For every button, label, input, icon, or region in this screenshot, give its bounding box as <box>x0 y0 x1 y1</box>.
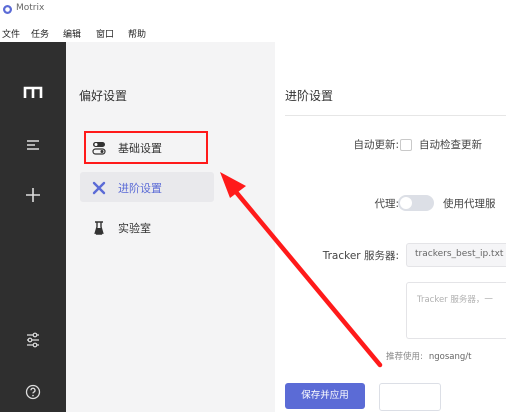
auto-update-checkbox-label[interactable]: 自动检查更新 <box>419 137 482 152</box>
sidebar-item-label: 实验室 <box>118 222 151 235</box>
nav-rail <box>0 42 66 412</box>
menu-window[interactable]: 窗口 <box>96 27 114 40</box>
window-title: Motrix <box>16 3 45 13</box>
textarea-placeholder: Tracker 服务器，一 <box>417 295 493 305</box>
preferences-icon[interactable] <box>0 332 66 352</box>
tracker-label: Tracker 服务器: <box>322 250 399 262</box>
divider <box>285 115 506 116</box>
menu-help[interactable]: 帮助 <box>128 27 146 40</box>
wrench-tools-icon <box>92 180 106 195</box>
sidebar-item-lab[interactable]: 实验室 <box>80 212 214 242</box>
menu-file[interactable]: 文件 <box>2 27 20 40</box>
preferences-sidebar: 偏好设置 基础设置 进阶设置 实验室 <box>66 42 275 412</box>
tracker-source-select[interactable]: trackers_best_ip.txt <box>406 243 506 267</box>
menu-edit[interactable]: 编辑 <box>63 27 81 40</box>
proxy-toggle[interactable] <box>398 195 434 211</box>
sidebar-item-label: 进阶设置 <box>118 182 162 195</box>
lab-flask-icon <box>92 220 106 235</box>
title-bar: Motrix <box>0 0 506 22</box>
tracker-select-value: trackers_best_ip.txt <box>415 249 504 259</box>
menu-task[interactable]: 任务 <box>31 27 49 40</box>
preferences-title: 偏好设置 <box>79 89 128 103</box>
tracker-recommendation: 推荐使用: ngosang/t <box>386 350 471 362</box>
recommend-label: 推荐使用: <box>386 352 423 362</box>
motrix-logo-icon[interactable] <box>0 84 66 103</box>
recommend-link[interactable]: ngosang/t <box>429 352 472 362</box>
menu-bar: 文件 任务 编辑 窗口 帮助 <box>0 22 506 42</box>
main-panel: 进阶设置 自动更新: 自动检查更新 代理: 使用代理服 Tracker 服务器:… <box>275 42 506 412</box>
save-and-apply-button[interactable]: 保存并应用 <box>285 383 365 409</box>
page-title: 进阶设置 <box>285 89 334 103</box>
tracker-servers-textarea[interactable]: Tracker 服务器，一 <box>406 282 506 339</box>
toggle-knob <box>400 197 412 209</box>
auto-update-label: 自动更新: <box>353 139 399 151</box>
secondary-button[interactable] <box>379 383 441 411</box>
task-list-icon[interactable] <box>0 136 66 155</box>
proxy-label: 代理: <box>374 198 399 210</box>
add-task-icon[interactable] <box>0 186 66 208</box>
proxy-toggle-label[interactable]: 使用代理服 <box>443 196 496 211</box>
auto-update-checkbox[interactable] <box>400 139 412 151</box>
sidebar-item-advanced[interactable]: 进阶设置 <box>80 172 214 202</box>
help-icon[interactable] <box>0 384 66 404</box>
app-logo-icon <box>3 5 12 14</box>
annotation-highlight-box <box>84 131 208 164</box>
